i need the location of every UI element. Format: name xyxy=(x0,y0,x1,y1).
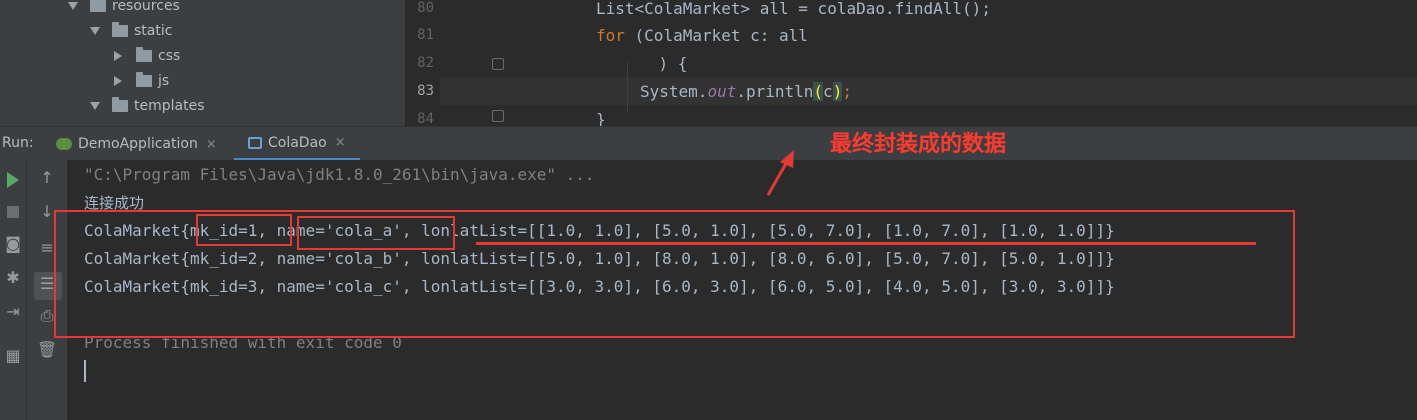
close-icon[interactable]: × xyxy=(206,137,217,152)
arrow-up-icon[interactable]: ↑ xyxy=(34,168,60,187)
current-line-highlight xyxy=(440,77,1417,105)
login-icon[interactable]: ⇥ xyxy=(0,302,26,321)
tree-item-label: templates xyxy=(134,98,205,114)
code-line: List<ColaMarket> all = colaDao.findAll()… xyxy=(596,0,991,18)
folder-icon xyxy=(136,47,152,62)
code-line: ) { xyxy=(620,54,688,73)
annotation-label: 最终封装成的数据 xyxy=(830,132,1007,157)
tree-item-templates[interactable]: templates xyxy=(90,94,205,118)
tree-item-label: resources xyxy=(112,0,180,14)
run-toolbar: Run: DemoApplication × ColaDao × xyxy=(0,126,1417,161)
tree-item-label: js xyxy=(158,73,170,89)
field-ref: out xyxy=(707,82,737,101)
chevron-down-icon[interactable] xyxy=(68,2,78,10)
fold-marker-icon[interactable] xyxy=(492,110,504,122)
code-line: for (ColaMarket c: all xyxy=(596,26,808,45)
run-actions-toolbar: ◙ ✱ ⇥ ▦ xyxy=(0,160,27,420)
tree-item-css[interactable]: css xyxy=(112,44,180,68)
code-text: System. xyxy=(640,82,708,101)
tree-item-static[interactable]: static xyxy=(90,19,172,43)
layout-icon[interactable]: ▦ xyxy=(0,346,26,365)
line-number: 82 xyxy=(417,55,434,71)
project-tree: resources static css js templates xyxy=(0,0,405,126)
rerun-icon[interactable] xyxy=(7,172,19,188)
code-text: c xyxy=(823,82,833,101)
tree-item-label: static xyxy=(134,23,173,39)
tree-item-label: css xyxy=(158,48,181,64)
chevron-right-icon[interactable] xyxy=(114,76,122,86)
folder-icon xyxy=(112,22,128,37)
annotation-box-mk-id xyxy=(196,214,292,246)
console-line: "C:\Program Files\Java\jdk1.8.0_261\bin\… xyxy=(84,165,595,184)
tab-label: DemoApplication xyxy=(78,136,198,152)
code-text: (ColaMarket c: all xyxy=(624,26,808,45)
annotation-underline xyxy=(476,242,1256,245)
fold-marker-icon[interactable] xyxy=(492,58,504,70)
paren-match: ) xyxy=(832,82,843,101)
text-cursor xyxy=(84,360,86,382)
tab-coladao[interactable]: ColaDao × xyxy=(234,127,360,161)
chevron-right-icon[interactable] xyxy=(114,51,122,61)
folder-icon xyxy=(112,97,128,112)
debug-icon[interactable]: ✱ xyxy=(0,268,26,287)
annotation-arrow-icon xyxy=(766,150,794,196)
run-label: Run: xyxy=(2,135,34,151)
spring-app-icon xyxy=(56,138,72,150)
chevron-down-icon[interactable] xyxy=(90,102,100,110)
folder-icon xyxy=(136,72,152,87)
code-text: .println xyxy=(736,82,814,101)
tree-item-resources[interactable]: resources xyxy=(68,0,180,18)
line-number: 84 xyxy=(417,111,434,127)
trash-icon[interactable]: 🗑 xyxy=(34,340,60,359)
tree-item-js[interactable]: js xyxy=(112,69,169,93)
line-number: 81 xyxy=(417,27,434,43)
close-icon[interactable]: × xyxy=(335,135,346,150)
paren-match: ( xyxy=(813,82,824,101)
stop-icon[interactable] xyxy=(7,206,19,218)
line-number: 80 xyxy=(417,0,434,16)
folder-icon xyxy=(90,0,106,12)
annotation-box-name xyxy=(297,216,455,250)
chevron-down-icon[interactable] xyxy=(90,27,100,35)
code-editor[interactable] xyxy=(405,0,1417,126)
tab-demo-application[interactable]: DemoApplication × xyxy=(56,127,217,161)
code-text: ; xyxy=(842,82,852,101)
keyword: for xyxy=(596,26,625,45)
line-number: 83 xyxy=(417,83,434,99)
code-line: System.out.println(c); xyxy=(640,82,852,101)
camera-icon[interactable]: ◙ xyxy=(0,234,26,253)
console-icon xyxy=(248,136,262,149)
tab-label: ColaDao xyxy=(268,134,327,151)
